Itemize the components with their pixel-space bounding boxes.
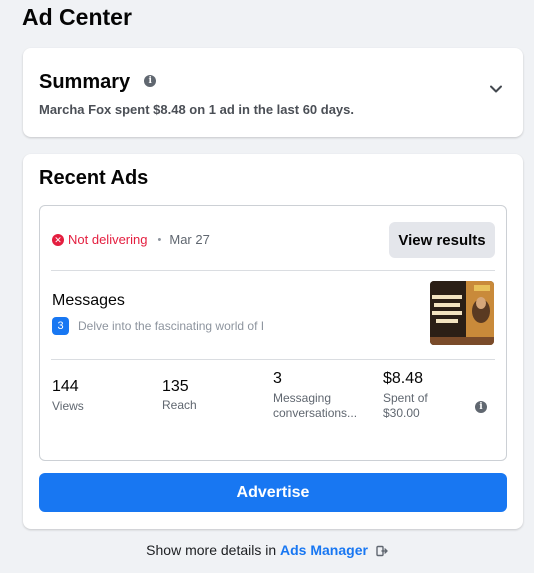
status-text: Not delivering (68, 232, 148, 247)
stat-views: 144 Views (52, 378, 84, 414)
stat-reach: 135 Reach (162, 378, 197, 413)
recent-ads-card: Recent Ads ✕ Not delivering • Mar 27 Vie… (23, 154, 523, 529)
page-title: Ad Center (22, 4, 132, 30)
ad-date: Mar 27 (169, 232, 210, 247)
stat-label: Spent of $30.00 (383, 391, 428, 420)
summary-title: Summary (39, 71, 131, 93)
stat-value: 3 (273, 370, 282, 387)
messages-count-badge: 3 (52, 317, 69, 335)
info-icon[interactable]: i (475, 401, 487, 413)
separator-dot: • (157, 233, 162, 246)
info-icon[interactable]: i (144, 74, 157, 87)
ad-status-row: ✕ Not delivering • Mar 27 (52, 232, 210, 247)
stat-value: 144 (52, 378, 79, 395)
ad-message-row: 3 Delve into the fascinating world of I (52, 317, 283, 335)
chevron-down-icon[interactable] (489, 82, 503, 96)
stat-label: Views (52, 399, 84, 413)
stat-label: Reach (162, 398, 197, 412)
ad-type-title: Messages (52, 292, 125, 309)
stat-spent: $8.48 Spent of $30.00 (383, 370, 443, 421)
external-link-icon[interactable] (376, 545, 388, 557)
footer-text: Show more details in (146, 542, 277, 558)
stat-messaging: 3 Messaging conversations... (273, 370, 369, 421)
divider (51, 359, 495, 360)
footer: Show more details in Ads Manager (0, 542, 534, 558)
summary-heading: Summary i (39, 71, 157, 94)
stat-value: $8.48 (383, 370, 424, 387)
summary-card[interactable]: Summary i Marcha Fox spent $8.48 on 1 ad… (23, 48, 523, 137)
ad-item: ✕ Not delivering • Mar 27 View results M… (39, 205, 507, 461)
view-results-button[interactable]: View results (389, 222, 495, 258)
stat-label: Messaging conversations... (273, 391, 358, 420)
ad-description: Delve into the fascinating world of I (78, 319, 265, 333)
divider (51, 270, 495, 271)
ads-manager-link[interactable]: Ads Manager (280, 542, 368, 558)
ad-thumbnail-image[interactable] (430, 281, 494, 345)
summary-description: Marcha Fox spent $8.48 on 1 ad in the la… (39, 102, 355, 117)
stat-value: 135 (162, 378, 189, 395)
recent-ads-title: Recent Ads (39, 167, 149, 189)
advertise-button[interactable]: Advertise (39, 473, 507, 512)
error-x-icon: ✕ (52, 233, 64, 246)
